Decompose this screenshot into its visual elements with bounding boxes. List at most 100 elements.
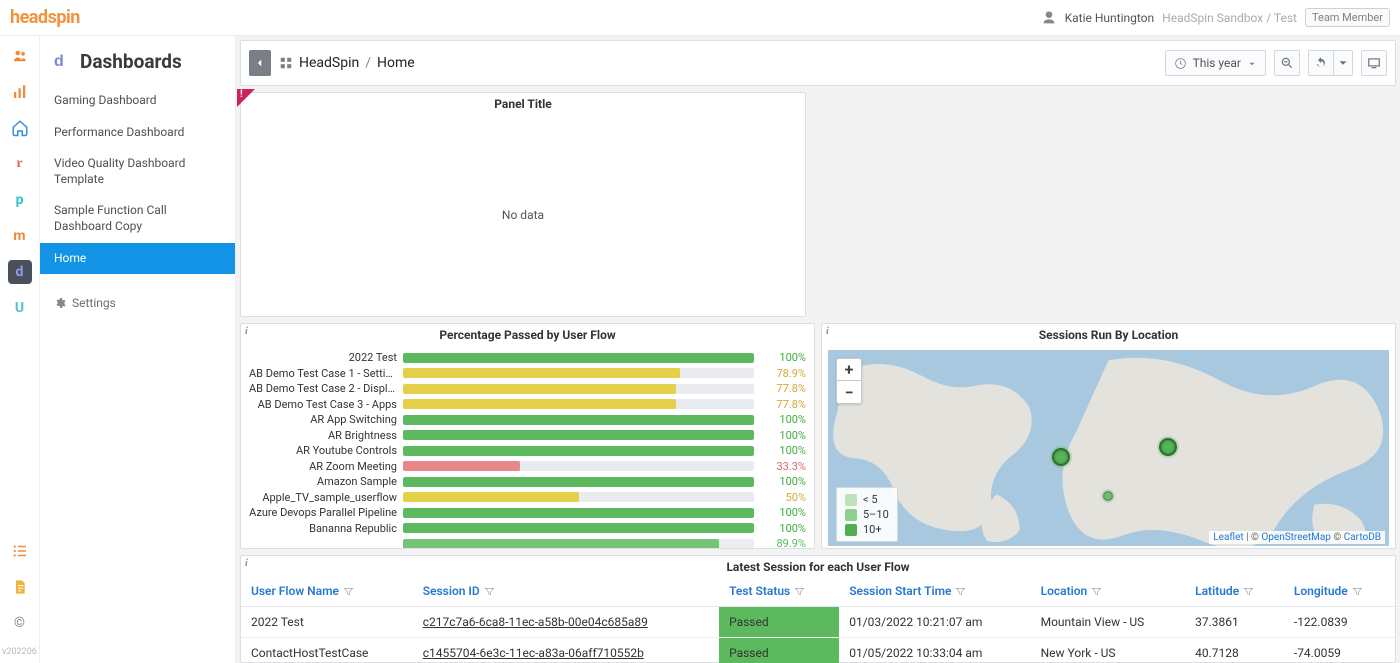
table-header[interactable]: User Flow Name — [241, 576, 413, 607]
panel-top[interactable]: Panel Title No data — [240, 92, 806, 317]
panel-table[interactable]: i Latest Session for each User Flow User… — [240, 555, 1396, 663]
time-picker[interactable]: This year — [1165, 50, 1266, 76]
bar-row[interactable]: 2022 Test100% — [249, 350, 806, 366]
clock-icon — [1174, 57, 1187, 70]
carto-link[interactable]: CartoDB — [1344, 532, 1381, 543]
sidebar-settings[interactable]: Settings — [40, 288, 235, 318]
filter-icon[interactable] — [794, 586, 805, 597]
breadcrumb-root[interactable]: HeadSpin — [299, 55, 359, 71]
map-marker-small[interactable] — [1103, 491, 1113, 501]
table-header[interactable]: Test Status — [719, 576, 839, 607]
session-link[interactable]: c1455704-6e3c-11ec-a83a-06aff710552b — [423, 646, 644, 660]
bar-track — [403, 446, 754, 456]
role-badge: Team Member — [1305, 8, 1390, 27]
bar-row[interactable]: AB Demo Test Case 3 - Apps 77.8% — [249, 397, 806, 413]
map[interactable]: + − < 55–1010+ Leaflet | © OpenStreetMap… — [828, 350, 1389, 546]
sidebar-item-video-quality[interactable]: Video Quality Dashboard Template — [40, 148, 235, 195]
rail-copyright-icon[interactable]: © — [8, 611, 32, 635]
bar-row[interactable]: Azure Devops Parallel Pipeline100% — [249, 505, 806, 521]
zoom-out-button[interactable]: − — [837, 381, 861, 403]
time-picker-label: This year — [1193, 56, 1241, 70]
table-header[interactable]: Session ID — [413, 576, 719, 607]
refresh-button[interactable] — [1308, 50, 1334, 76]
filter-icon[interactable] — [955, 586, 966, 597]
legend-swatch — [845, 509, 857, 521]
osm-link[interactable]: OpenStreetMap — [1261, 532, 1331, 543]
panel-map[interactable]: i Sessions Run By Location + — [821, 323, 1396, 549]
rail-doc-icon[interactable] — [8, 575, 32, 599]
bar-row[interactable]: AR Brightness100% — [249, 428, 806, 444]
cell-loc: New York - US — [1031, 638, 1186, 663]
table-header-row: User Flow NameSession IDTest StatusSessi… — [241, 576, 1395, 607]
grid-icon — [279, 56, 293, 70]
bar-track — [403, 353, 754, 363]
rail-home-icon[interactable] — [8, 116, 32, 140]
zoom-out-button[interactable] — [1274, 50, 1300, 76]
cell-flow: 2022 Test — [241, 607, 413, 638]
panel-table-title: Latest Session for each User Flow — [241, 556, 1395, 576]
bar-row[interactable]: Bananna Republic100% — [249, 521, 806, 537]
rail-chart-icon[interactable] — [8, 80, 32, 104]
rail-m-icon[interactable]: m — [8, 224, 32, 248]
filter-icon[interactable] — [1243, 586, 1254, 597]
bar-fill — [403, 523, 754, 533]
topbar: headspin Katie Huntington HeadSpin Sandb… — [0, 0, 1400, 36]
legend-label: 5–10 — [863, 508, 889, 521]
sidebar-item-home[interactable]: Home — [40, 243, 235, 275]
filter-icon[interactable] — [343, 586, 354, 597]
filter-icon[interactable] — [1352, 586, 1363, 597]
table-row[interactable]: 2022 Test c217c7a6-6ca8-11ec-a58b-00e04c6… — [241, 607, 1395, 638]
breadcrumb-current: Home — [377, 55, 415, 71]
bar-value: 100% — [760, 475, 806, 488]
filter-icon[interactable] — [1091, 586, 1102, 597]
rail-d-icon[interactable]: d — [8, 260, 32, 284]
bar-value: 100% — [760, 351, 806, 364]
breadcrumb: HeadSpin / Home — [279, 55, 415, 71]
sidebar-item-performance[interactable]: Performance Dashboard — [40, 117, 235, 149]
breadcrumb-sep: / — [365, 55, 371, 71]
bar-row[interactable]: AR Youtube Controls100% — [249, 443, 806, 459]
panel-percent[interactable]: i Percentage Passed by User Flow 2022 Te… — [240, 323, 815, 549]
rail-r-icon[interactable]: r — [8, 152, 32, 176]
table-row[interactable]: ContactHostTestCasec1455704-6e3c-11ec-a8… — [241, 638, 1395, 663]
cell-lat: 40.7128 — [1185, 638, 1284, 663]
table-header[interactable]: Latitude — [1185, 576, 1284, 607]
bar-row[interactable]: — truncated —89.9% — [249, 536, 806, 548]
bar-row[interactable]: AR Zoom Meeting33.3% — [249, 459, 806, 475]
bar-label: AB Demo Test Case 2 - Display — [249, 382, 397, 395]
sidebar-item-sample-function[interactable]: Sample Function Call Dashboard Copy — [40, 195, 235, 242]
tv-mode-button[interactable] — [1361, 50, 1387, 76]
user-icon — [1041, 10, 1057, 26]
info-icon: i — [245, 326, 248, 337]
bar-row[interactable]: Apple_TV_sample_userflow50% — [249, 490, 806, 506]
bar-track — [403, 523, 754, 533]
bar-value: 100% — [760, 429, 806, 442]
zoom-in-button[interactable]: + — [837, 359, 861, 381]
bar-label: AB Demo Test Case 3 - Apps — [249, 398, 397, 411]
table-header[interactable]: Location — [1031, 576, 1186, 607]
sidebar-item-gaming[interactable]: Gaming Dashboard — [40, 85, 235, 117]
info-icon: i — [245, 558, 248, 569]
bar-row[interactable]: AR App Switching100% — [249, 412, 806, 428]
topbar-right: Katie Huntington HeadSpin Sandbox / Test… — [1041, 8, 1390, 27]
bar-row[interactable]: AB Demo Test Case 1 - Settings78.9% — [249, 366, 806, 382]
rail-u-icon[interactable]: U — [8, 296, 32, 320]
rail-list-icon[interactable] — [8, 539, 32, 563]
rail-team-icon[interactable] — [8, 44, 32, 68]
panel-top-nodata: No data — [241, 113, 805, 316]
bar-row[interactable]: AB Demo Test Case 2 - Display77.8% — [249, 381, 806, 397]
bar-value: 77.8% — [760, 398, 806, 411]
table-header[interactable]: Longitude — [1284, 576, 1395, 607]
bar-row[interactable]: Amazon Sample100% — [249, 474, 806, 490]
content-header: HeadSpin / Home This year — [240, 40, 1396, 86]
cell-lon: -122.0839 — [1284, 607, 1395, 638]
refresh-interval-button[interactable] — [1333, 50, 1353, 76]
back-button[interactable] — [249, 50, 271, 76]
rail-p-icon[interactable]: p — [8, 188, 32, 212]
filter-icon[interactable] — [484, 586, 495, 597]
session-link[interactable]: c217c7a6-6ca8-11ec-a58b-00e04c685a89 — [423, 615, 648, 629]
leaflet-link[interactable]: Leaflet — [1213, 532, 1243, 543]
table-header[interactable]: Session Start Time — [839, 576, 1030, 607]
bar-label: Apple_TV_sample_userflow — [249, 491, 397, 504]
map-attribution: Leaflet | © OpenStreetMap © CartoDB — [1209, 531, 1385, 544]
